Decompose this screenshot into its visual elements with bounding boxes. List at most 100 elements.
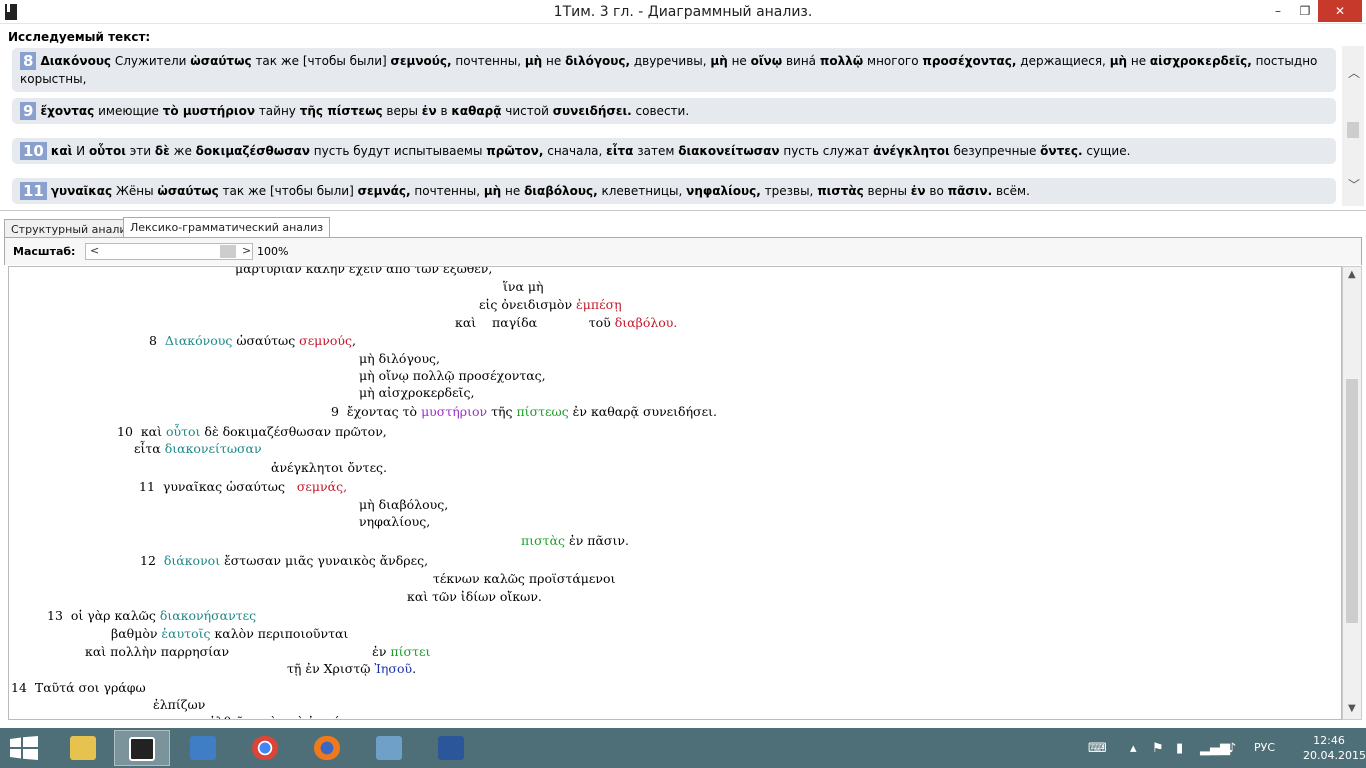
diagram-canvas[interactable]: μαρτυρίαν καλὴν ἔχειν ἀπὸ τῶν ἔξωθεν, ἵνα… xyxy=(8,266,1342,720)
diagram-line: ἐλθεῖν πρὸς σὲ ἐν τάχει· xyxy=(209,714,364,719)
diagram-text: καὶ πολλὴν παρρησίαν ἐν xyxy=(85,644,391,659)
verse-number: 9 xyxy=(20,102,37,120)
file-explorer-icon[interactable] xyxy=(56,730,112,766)
diagram-line: ἀνέγκλητοι ὄντες. xyxy=(271,460,387,475)
scale-slider[interactable]: < > xyxy=(85,243,253,260)
translation-text: клеветницы, xyxy=(597,184,687,198)
clock-date: 20.04.2015 xyxy=(1303,749,1366,762)
battery-icon[interactable]: ▮ xyxy=(1176,741,1183,756)
title-bar: 1Тим. 3 гл. - Диаграммный анализ. – ❐ ✕ xyxy=(0,0,1366,24)
bible-app-icon[interactable] xyxy=(114,730,170,766)
diagram-line: 8 Διακόνους ὡσαύτως σεμνούς, xyxy=(149,333,356,348)
scroll-up-icon[interactable]: ︿ xyxy=(1348,64,1360,81)
diagram-text: καὶ παγίδα τοῦ xyxy=(455,315,615,330)
diagram-text: καὶ τῶν ἰδίων οἴκων. xyxy=(407,589,542,604)
diagram-text: ἔστωσαν μιᾶς γυναικὸς ἄνδρες, xyxy=(220,553,429,568)
highlighted-word: Διακόνους xyxy=(164,333,233,348)
diagram-line: 13 οἱ γὰρ καλῶς διακονήσαντες xyxy=(47,608,256,623)
tab-structural-analysis[interactable]: Структурный анализ xyxy=(4,219,140,239)
verse-card[interactable]: 11 γυναῖκας Жёны ὡσαύτως так же [чтобы бы… xyxy=(12,178,1336,204)
scroll-down-icon[interactable]: ▼ xyxy=(1348,703,1356,714)
maximize-button[interactable]: ❐ xyxy=(1291,0,1319,22)
scroll-thumb[interactable] xyxy=(1346,379,1358,623)
greek-word: πιστὰς xyxy=(817,184,864,198)
tab-lexico-grammatical-analysis[interactable]: Лексико-грамматический анализ xyxy=(123,217,331,239)
diagram-scrollbar[interactable]: ▲ ▼ xyxy=(1342,266,1362,720)
greek-word: τὸ μυστήριον xyxy=(162,104,255,118)
diagram-text: μὴ διαβόλους, xyxy=(359,497,449,512)
diagram-text: δὲ δοκιμαζέσθωσαν πρῶτον, xyxy=(200,424,387,439)
greek-word: σεμνούς, xyxy=(390,54,452,68)
highlighted-word: μυστήριον xyxy=(421,404,488,419)
diagram-line: τέκνων καλῶς προϊστάμενοι xyxy=(433,571,615,586)
close-button[interactable]: ✕ xyxy=(1318,0,1362,22)
verse-list-scrollbar[interactable]: ︿ ﹀ xyxy=(1342,46,1364,206)
greek-word: ἔχοντας xyxy=(40,104,95,118)
translation-text: имеющие xyxy=(94,104,163,118)
scale-slider-thumb[interactable] xyxy=(220,245,236,258)
highlighted-word: πίστει xyxy=(390,644,431,659)
translation-text: Жёны xyxy=(112,184,158,198)
word-icon[interactable] xyxy=(424,730,480,766)
greek-word: ἀνέγκλητοι xyxy=(873,144,950,158)
greek-word: δοκιμαζέσθωσαν xyxy=(195,144,310,158)
windows-start-icon[interactable] xyxy=(10,736,38,760)
language-indicator[interactable]: РУС xyxy=(1254,741,1275,768)
diagram-line: 14 Ταῦτά σοι γράφω xyxy=(11,680,146,695)
highlighted-word: διαβόλου. xyxy=(614,315,678,330)
translation-text: так же [чтобы были] xyxy=(251,54,391,68)
scroll-down-icon[interactable]: ﹀ xyxy=(1348,176,1360,193)
diagram-text: εἰς ὀνειδισμὸν xyxy=(479,297,577,312)
control-panel-icon[interactable] xyxy=(362,730,418,766)
diagram-line: καὶ πολλὴν παρρησίαν ἐν πίστει xyxy=(85,644,430,659)
firefox-icon[interactable] xyxy=(300,730,356,766)
scale-left-arrow-icon[interactable]: < xyxy=(90,244,99,257)
chrome-icon[interactable] xyxy=(238,730,294,766)
translation-text: многого xyxy=(863,54,923,68)
greek-word: δὲ xyxy=(154,144,170,158)
diagram-line: καὶ παγίδα τοῦ διαβόλου. xyxy=(455,315,677,330)
translation-text: сущие. xyxy=(1082,144,1131,158)
highlighted-word: Ἰησοῦ xyxy=(374,661,413,676)
greek-word: τῆς πίστεως xyxy=(299,104,383,118)
volume-icon[interactable]: ♪ xyxy=(1228,741,1236,756)
diagram-line: νηφαλίους, xyxy=(359,514,430,529)
diagram-text: μὴ αἰσχροκερδεῖς, xyxy=(359,385,475,400)
translation-text: всём. xyxy=(992,184,1030,198)
translation-text: эти xyxy=(125,144,155,158)
scroll-up-icon[interactable]: ▲ xyxy=(1348,269,1356,280)
greek-word: πολλῷ xyxy=(819,54,864,68)
flag-icon[interactable]: ⚑ xyxy=(1152,741,1164,756)
greek-word: διακονείτωσαν xyxy=(678,144,780,158)
greek-word: διαβόλους, xyxy=(524,184,598,198)
translation-text: затем xyxy=(633,144,679,158)
greek-word: μὴ xyxy=(1109,54,1128,68)
highlighted-word: διάκονοι xyxy=(163,553,221,568)
diagram-line: 10 καὶ οὗτοι δὲ δοκιμαζέσθωσαν πρῶτον, xyxy=(117,424,387,439)
scale-right-arrow-icon[interactable]: > xyxy=(242,244,251,257)
diagram-line: εἶτα διακονείτωσαν xyxy=(134,441,262,456)
greek-word: ἐν xyxy=(421,104,437,118)
translation-text: во xyxy=(925,184,948,198)
diagram-line: εἰς ὀνειδισμὸν ἐμπέσῃ xyxy=(479,297,622,312)
diagram-text: 12 xyxy=(140,553,164,568)
scroll-thumb[interactable] xyxy=(1347,122,1359,138)
keyboard-icon[interactable]: ⌨ xyxy=(1088,741,1107,756)
greek-word: διλόγους, xyxy=(565,54,631,68)
verse-card[interactable]: 9 ἔχοντας имеющие τὸ μυστήριον тайну τῆς … xyxy=(12,98,1336,124)
diagram-line: 11 γυναῖκας ὡσαύτως σεμνάς, xyxy=(139,479,347,494)
arrow-up-icon[interactable]: ▴ xyxy=(1130,741,1137,756)
fish-app-icon[interactable] xyxy=(176,730,232,766)
diagram-line: μαρτυρίαν καλὴν ἔχειν ἀπὸ τῶν ἔξωθεν, xyxy=(235,267,492,276)
verse-card[interactable]: 10 καὶ И οὗτοι эти δὲ же δοκιμαζέσθωσαν п… xyxy=(12,138,1336,164)
diagram-line: καὶ τῶν ἰδίων οἴκων. xyxy=(407,589,542,604)
greek-word: προσέχοντας, xyxy=(922,54,1017,68)
signal-icon[interactable]: ▂▄▆ xyxy=(1200,741,1230,756)
verse-card[interactable]: 8 Διακόνους Служители ὡσαύτως так же [что… xyxy=(12,48,1336,92)
translation-text: не xyxy=(1127,54,1150,68)
minimize-button[interactable]: – xyxy=(1264,0,1292,22)
clock[interactable]: 12:46 20.04.2015 xyxy=(1303,733,1366,768)
translation-text: почтенны, xyxy=(451,54,525,68)
analysis-tabs: Структурный анализ Лексико-грамматически… xyxy=(0,210,1366,239)
diagram-line: βαθμὸν ἑαυτοῖς καλὸν περιποιοῦνται xyxy=(111,626,348,641)
